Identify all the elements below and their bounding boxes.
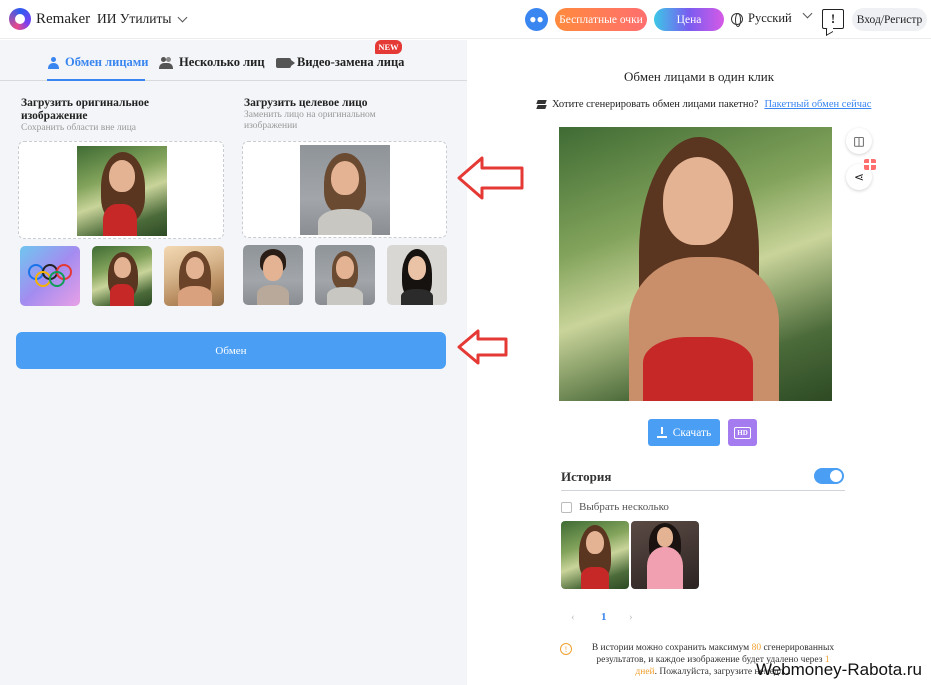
new-badge: NEW [375, 40, 402, 54]
history-item[interactable] [631, 521, 699, 589]
next-page-button[interactable]: › [629, 611, 633, 623]
feedback-icon[interactable]: ! [822, 9, 844, 29]
video-camera-icon [276, 57, 295, 68]
sample-man-face-image[interactable] [243, 245, 303, 305]
download-button[interactable]: Скачать [648, 419, 720, 446]
batch-question: Хотите сгенерировать обмен лицами пакетн… [552, 99, 759, 110]
target-face-preview [300, 145, 390, 235]
remaker-logo-icon[interactable] [9, 8, 31, 30]
download-label: Скачать [672, 426, 712, 439]
site-watermark: Webmoney-Rabota.ru [756, 660, 922, 679]
select-multiple-label: Выбрать несколько [579, 501, 669, 513]
sample-asian-woman-face-image[interactable] [387, 245, 447, 305]
brand-name[interactable]: Remaker [36, 11, 90, 28]
sample-forest-woman-image[interactable] [92, 246, 152, 306]
upload-original-title: Загрузить оригинальное изображение [21, 97, 149, 122]
olympic-rings-icon [28, 264, 72, 287]
batch-prompt: Хотите сгенерировать обмен лицами пакетн… [537, 99, 871, 110]
history-divider [561, 490, 845, 491]
users-icon [159, 56, 173, 69]
ai-tools-menu[interactable]: ИИ Утилиты [97, 11, 187, 27]
gift-icon [864, 159, 876, 170]
compare-icon[interactable]: ◫ [846, 128, 872, 154]
upload-panel: Обмен лицами Несколько лиц Видео-замена … [0, 40, 467, 685]
prev-page-button[interactable]: ‹ [571, 611, 575, 623]
tab-label: Обмен лицами [65, 55, 149, 69]
language-label: Русский [748, 11, 792, 25]
swap-button[interactable]: Обмен [16, 332, 446, 369]
history-item[interactable] [561, 521, 629, 589]
tab-video-face-swap[interactable]: Видео-замена лица [276, 55, 404, 70]
top-bar: Remaker ИИ Утилиты ●● Бесплатные очки Це… [0, 0, 931, 39]
original-image-preview [77, 146, 167, 236]
tab-label: Несколько лиц [179, 55, 265, 69]
active-tab-indicator [47, 79, 145, 81]
mode-tabs: Обмен лицами Несколько лиц Видео-замена … [0, 40, 467, 81]
info-icon: ! [560, 643, 572, 655]
sample-olympics-image[interactable] [20, 246, 80, 306]
annotation-arrow-icon [457, 156, 524, 200]
target-face-dropzone[interactable] [242, 141, 447, 238]
tab-label: Видео-замена лица [297, 55, 405, 69]
free-points-button[interactable]: Бесплатные очки [555, 8, 647, 31]
upload-original-subtitle: Сохранить области вне лица [21, 123, 137, 133]
user-icon [48, 56, 59, 69]
layers-icon [537, 100, 546, 109]
sample-sunset-woman-image[interactable] [164, 246, 224, 306]
select-multiple-checkbox[interactable]: Выбрать несколько [561, 501, 669, 513]
annotation-arrow-icon [457, 329, 508, 365]
hd-upscale-button[interactable]: HD [728, 419, 757, 446]
ai-tools-label: ИИ Утилиты [97, 11, 172, 26]
chevron-down-icon [177, 12, 187, 22]
original-image-dropzone[interactable] [18, 141, 224, 239]
upload-target-subtitle: Заменить лицо на оригинальном изображени… [244, 110, 376, 131]
history-title: История [561, 469, 612, 484]
page-1-button[interactable]: 1 [601, 611, 607, 623]
tab-multiple-faces[interactable]: Несколько лиц [159, 55, 265, 70]
checkbox-icon[interactable] [561, 501, 572, 513]
globe-icon [731, 12, 743, 27]
login-button[interactable]: Вход/Регистр [852, 8, 927, 31]
batch-swap-link[interactable]: Пакетный обмен сейчас [764, 99, 871, 110]
hd-icon: HD [734, 426, 751, 439]
result-image[interactable] [559, 127, 832, 401]
chevron-down-icon[interactable] [802, 8, 813, 19]
history-toggle[interactable] [814, 468, 844, 484]
community-icon[interactable]: ●● [525, 8, 548, 31]
result-title: Обмен лицами в один клик [623, 69, 775, 84]
sample-woman-face-image[interactable] [315, 245, 375, 305]
tab-face-swap[interactable]: Обмен лицами [48, 55, 149, 70]
price-button[interactable]: Цена [654, 8, 724, 31]
language-selector[interactable]: Русский [731, 11, 792, 27]
upload-target-title: Загрузить целевое лицо [244, 97, 368, 109]
download-icon [656, 427, 667, 438]
